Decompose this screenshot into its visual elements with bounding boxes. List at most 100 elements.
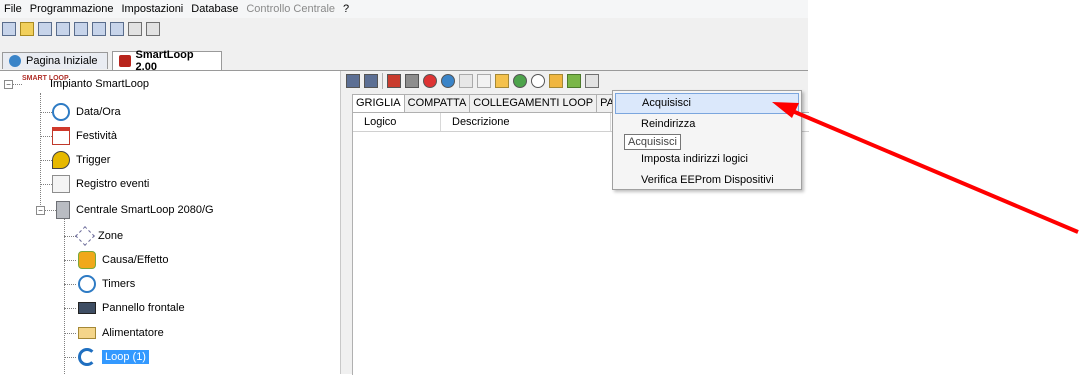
tab-smartloop[interactable]: SmartLoop 2.00 — [112, 49, 222, 73]
tree-guide — [64, 333, 76, 334]
blank-icon[interactable] — [477, 74, 491, 88]
tree-item-loop[interactable]: Loop (1) — [78, 347, 149, 367]
control-panel-icon — [56, 201, 70, 219]
tree-root-label: Impianto SmartLoop — [50, 78, 150, 90]
square-icon[interactable] — [405, 74, 419, 88]
tree-guide — [40, 184, 52, 185]
grid-view-icon[interactable] — [346, 74, 360, 88]
tree-item-centrale[interactable]: Centrale SmartLoop 2080/G — [56, 200, 214, 220]
event-log-icon — [52, 175, 70, 193]
menu-programmazione[interactable]: Programmazione — [26, 0, 118, 18]
tree-item-festivita[interactable]: Festività — [52, 126, 117, 146]
tree-guide — [64, 284, 76, 285]
stop-icon[interactable] — [387, 74, 401, 88]
export-icon[interactable] — [92, 22, 106, 36]
save-all-icon[interactable] — [74, 22, 88, 36]
print-icon[interactable] — [585, 74, 599, 88]
tree-item-zone[interactable]: Zone — [75, 226, 123, 246]
print-icon[interactable] — [146, 22, 160, 36]
tab-pagina-iniziale[interactable]: Pagina Iniziale — [2, 52, 108, 69]
collapse-toggle[interactable]: − — [4, 80, 13, 89]
import-icon[interactable] — [110, 22, 124, 36]
menu-controllo-centrale: Controllo Centrale — [246, 3, 336, 15]
tree-guide — [44, 210, 56, 211]
tab-active-label: SmartLoop 2.00 — [135, 49, 194, 73]
toolbar-separator — [382, 73, 383, 89]
insert-row-icon[interactable] — [459, 74, 473, 88]
tree-guide — [40, 112, 52, 113]
tree-item-label: Alimentatore — [102, 327, 164, 339]
menu-file[interactable]: File — [0, 0, 26, 18]
zone-icon — [75, 226, 95, 246]
loop-toolbar — [346, 71, 603, 91]
tree-guide — [64, 219, 65, 374]
tree-item-pannello-frontale[interactable]: Pannello frontale — [78, 298, 185, 318]
project-tree: − − SMART LOOP Impianto SmartLoop Data/O… — [0, 71, 341, 374]
grid-tabs: GRIGLIA COMPATTA COLLEGAMENTI LOOP PARA — [352, 94, 634, 112]
refresh-dropdown-icon[interactable] — [513, 74, 527, 88]
menu-database[interactable]: Database — [187, 0, 242, 18]
tree-guide — [12, 84, 22, 85]
tree-root[interactable]: SMART LOOP Impianto SmartLoop — [22, 74, 149, 94]
front-panel-icon — [78, 302, 96, 314]
tab-home-label: Pagina Iniziale — [26, 55, 98, 67]
print-preview-icon[interactable] — [128, 22, 142, 36]
save-icon[interactable] — [38, 22, 52, 36]
main-toolbar — [0, 19, 164, 39]
document-tabs: Pagina Iniziale SmartLoop 2.00 — [0, 49, 808, 73]
device-icon[interactable] — [441, 74, 455, 88]
tooltip: Acquisisci — [624, 134, 681, 150]
collapse-toggle[interactable]: − — [36, 206, 45, 215]
tree-item-trigger[interactable]: Trigger — [52, 150, 110, 170]
tree-guide — [40, 160, 52, 161]
menu-bar: File Programmazione Impostazioni Databas… — [0, 0, 808, 18]
arrow-shaft — [789, 108, 1079, 234]
column-header-descrizione[interactable]: Descrizione — [441, 113, 611, 131]
tree-item-alimentatore[interactable]: Alimentatore — [78, 323, 164, 343]
tree-item-label: Centrale SmartLoop 2080/G — [76, 204, 214, 216]
menu-item-reindirizza[interactable]: Reindirizza — [615, 114, 799, 135]
tree-item-data-ora[interactable]: Data/Ora — [52, 102, 121, 122]
tab-collegamenti-loop[interactable]: COLLEGAMENTI LOOP — [469, 94, 598, 112]
new-icon[interactable] — [2, 22, 16, 36]
menu-item-verifica-eeprom[interactable]: Verifica EEProm Dispositivi — [615, 170, 799, 191]
cause-effect-icon — [78, 251, 96, 269]
menu-help[interactable]: ? — [339, 0, 353, 18]
calendar-icon — [52, 127, 70, 145]
menu-item-imposta-indirizzi[interactable]: Imposta indirizzi logici — [615, 149, 799, 170]
tree-item-label: Trigger — [76, 154, 111, 166]
column-header-logico[interactable]: Logico — [353, 113, 441, 131]
tree-item-label: Causa/Effetto — [102, 254, 169, 266]
tree-guide — [40, 136, 52, 137]
tree-item-label: Registro eventi — [76, 178, 150, 190]
application-window: File Programmazione Impostazioni Databas… — [0, 0, 809, 375]
tree-guide — [64, 357, 76, 358]
tree-guide — [40, 93, 41, 211]
clock-icon — [52, 103, 70, 121]
list-view-icon[interactable] — [364, 74, 378, 88]
menu-impostazioni[interactable]: Impostazioni — [118, 0, 188, 18]
tree-item-registro-eventi[interactable]: Registro eventi — [52, 174, 149, 194]
smartloop-logo-icon: SMART LOOP — [22, 75, 69, 82]
brush-icon[interactable] — [549, 74, 563, 88]
tab-compatta[interactable]: COMPATTA — [403, 94, 471, 112]
timer-icon — [78, 275, 96, 293]
tree-item-label: Pannello frontale — [102, 302, 185, 314]
tree-item-label: Loop (1) — [102, 350, 149, 364]
tree-item-causa-effetto[interactable]: Causa/Effetto — [78, 250, 168, 270]
acquire-dropdown-icon[interactable] — [567, 74, 581, 88]
tree-guide — [64, 260, 76, 261]
tree-item-timers[interactable]: Timers — [78, 274, 135, 294]
trigger-icon — [52, 151, 70, 169]
tree-item-label: Data/Ora — [76, 106, 121, 118]
tree-guide — [64, 308, 76, 309]
tab-griglia[interactable]: GRIGLIA — [352, 94, 405, 112]
edit-icon[interactable] — [495, 74, 509, 88]
search-icon[interactable] — [531, 74, 545, 88]
save-as-icon[interactable] — [56, 22, 70, 36]
loop-icon — [78, 348, 96, 366]
delete-icon[interactable] — [423, 74, 437, 88]
menu-item-acquisisci[interactable]: Acquisisci — [615, 93, 799, 114]
open-folder-icon[interactable] — [20, 22, 34, 36]
tree-item-label: Festività — [76, 130, 117, 142]
